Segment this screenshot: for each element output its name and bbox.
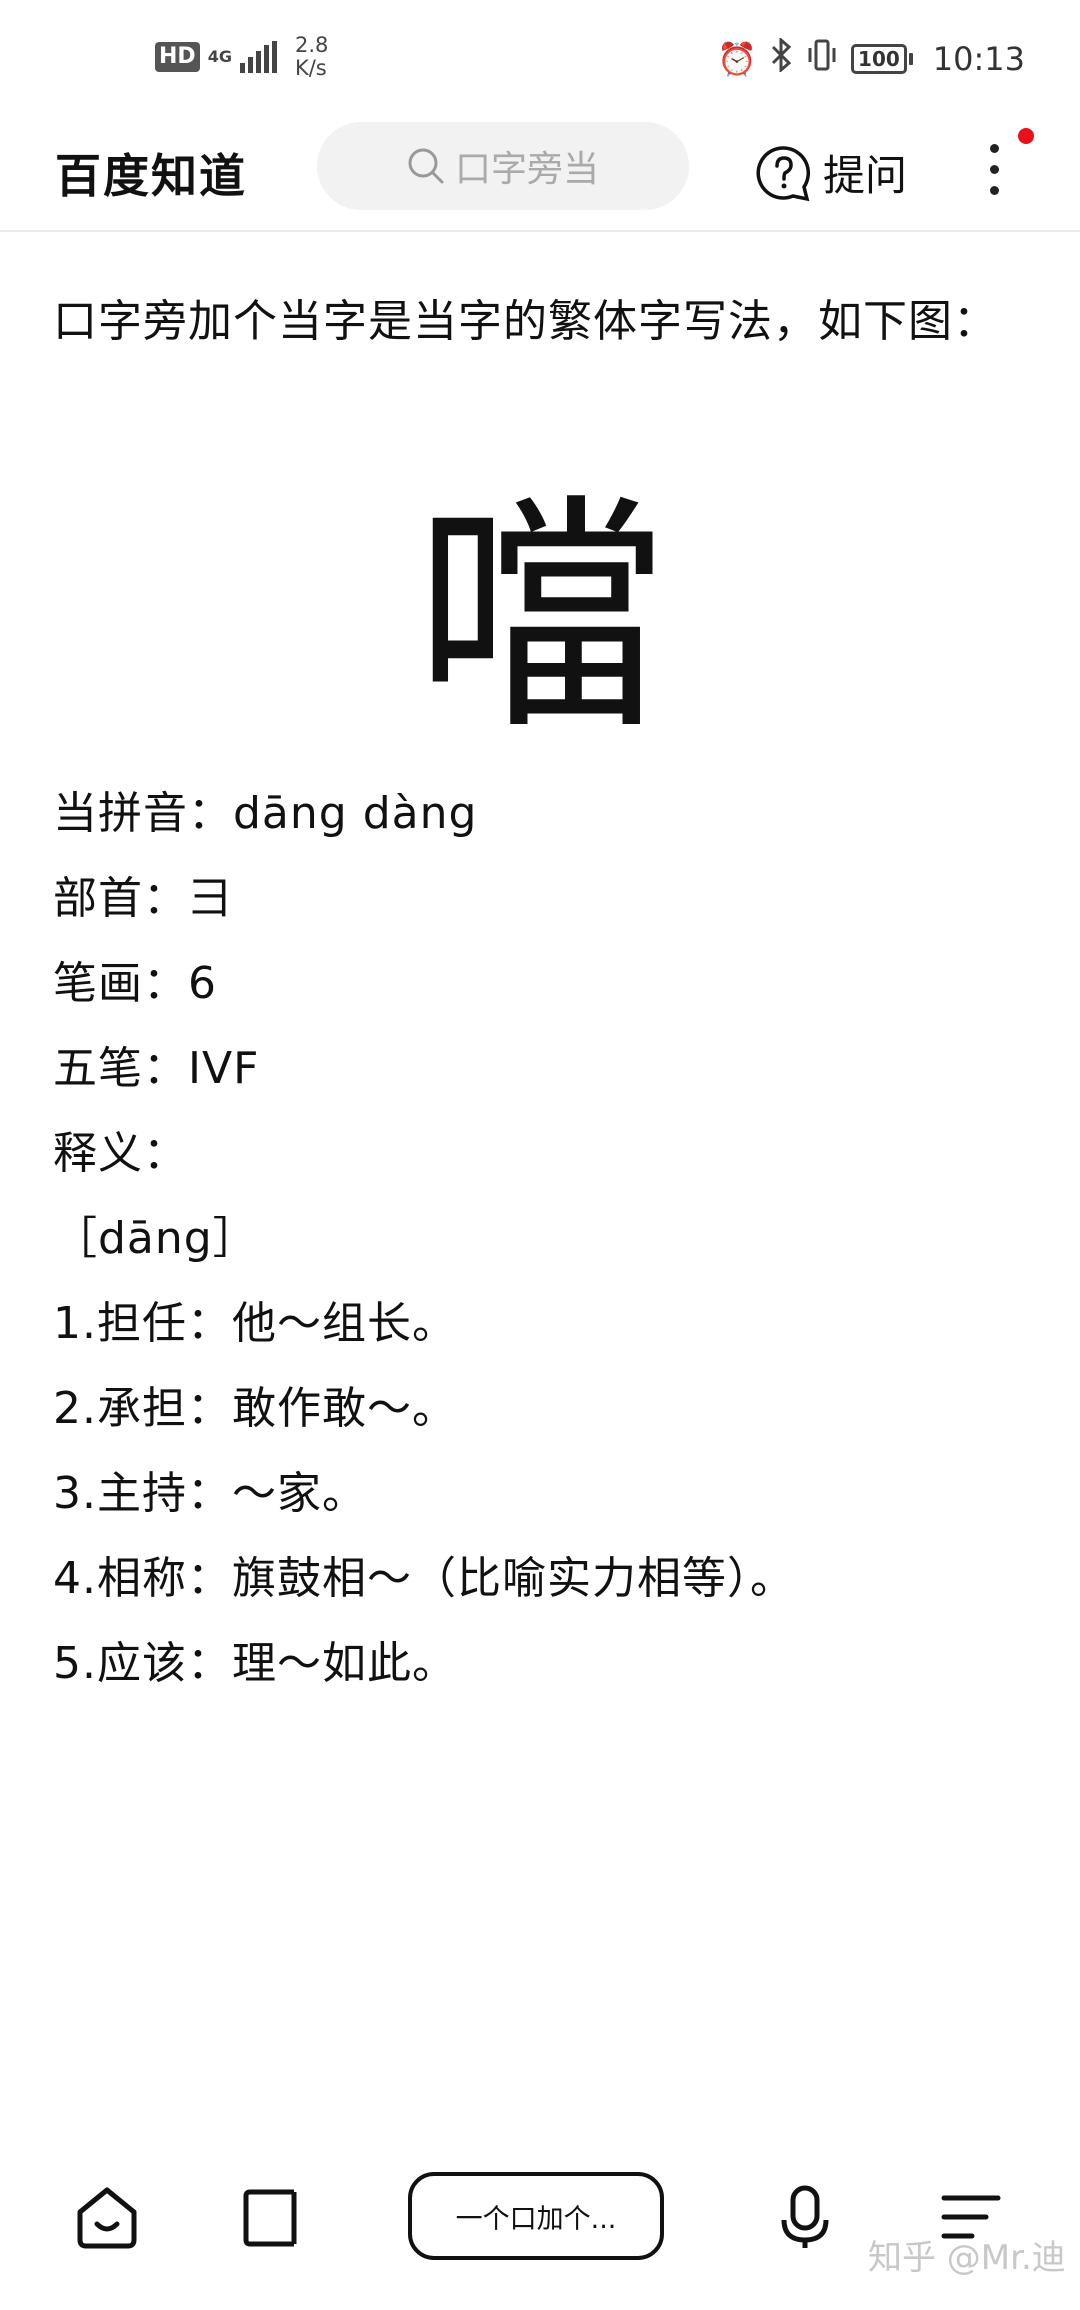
definition-heading: 释义： xyxy=(53,1128,188,1179)
pinyin-line: 当拼音：dāng dàng xyxy=(53,788,478,839)
search-box[interactable]: 口字旁当 xyxy=(317,122,689,210)
brand-logo[interactable]: 百度知道 xyxy=(55,140,247,206)
alarm-icon: ⏰ xyxy=(717,39,758,78)
definition-item: 3.主持：～家。 xyxy=(53,1468,367,1519)
definition-item: 4.相称：旗鼓相～（比喻实力相等）。 xyxy=(53,1553,795,1604)
status-left: HD 4G 2.8 K/s xyxy=(155,34,328,80)
status-bar: HD 4G 2.8 K/s ⏰ 100 10:13 xyxy=(0,0,1080,118)
definition-item: 1.担任：他～组长。 xyxy=(53,1298,457,1349)
bluetooth-icon xyxy=(771,36,793,79)
notification-dot xyxy=(1018,128,1034,144)
definition-item: 5.应该：理～如此。 xyxy=(53,1638,457,1689)
reading-heading: ［dāng］ xyxy=(53,1213,258,1264)
network-type: 4G xyxy=(208,49,232,65)
hd-badge: HD xyxy=(155,42,200,72)
battery-icon: 100 xyxy=(851,43,913,74)
ask-label: 提问 xyxy=(823,151,908,200)
microphone-icon[interactable] xyxy=(770,2182,840,2252)
home-icon[interactable] xyxy=(72,2182,142,2252)
bottom-toolbar: 一个口加个... 知乎 @Mr.迪 xyxy=(0,2160,1080,2310)
more-vertical-icon[interactable] xyxy=(975,138,1015,202)
question-bubble-icon xyxy=(755,144,813,202)
strokes-line: 笔画：6 xyxy=(53,958,217,1009)
answer-intro: 口字旁加个当字是当字的繁体字写法，如下图： xyxy=(53,296,998,347)
search-query-pill[interactable]: 一个口加个... xyxy=(408,2172,664,2260)
search-input[interactable]: 口字旁当 xyxy=(455,140,599,192)
zhihu-watermark: 知乎 @Mr.迪 xyxy=(868,2238,1066,2278)
signal-icon xyxy=(239,41,277,73)
traditional-character-image: 噹 xyxy=(415,472,665,763)
search-icon xyxy=(407,147,445,185)
app-header: 百度知道 口字旁当 提问 xyxy=(0,118,1080,232)
ask-button[interactable]: 提问 xyxy=(755,142,907,203)
wubi-line: 五笔：IVF xyxy=(53,1043,260,1094)
speed-value: 2.8 xyxy=(294,33,329,57)
clock: 10:13 xyxy=(932,39,1025,78)
network-speed: 2.8 K/s xyxy=(295,34,328,80)
tabs-icon[interactable] xyxy=(236,2182,306,2252)
battery-tip xyxy=(908,52,913,65)
status-right: ⏰ 100 10:13 xyxy=(717,36,1025,79)
network-label: 4G xyxy=(207,47,232,66)
speed-unit: K/s xyxy=(294,56,327,80)
vibrate-icon xyxy=(807,38,837,79)
radical-line: 部首：彐 xyxy=(53,873,233,924)
definition-item: 2.承担：敢作敢～。 xyxy=(53,1383,457,1434)
battery-level: 100 xyxy=(851,43,907,74)
